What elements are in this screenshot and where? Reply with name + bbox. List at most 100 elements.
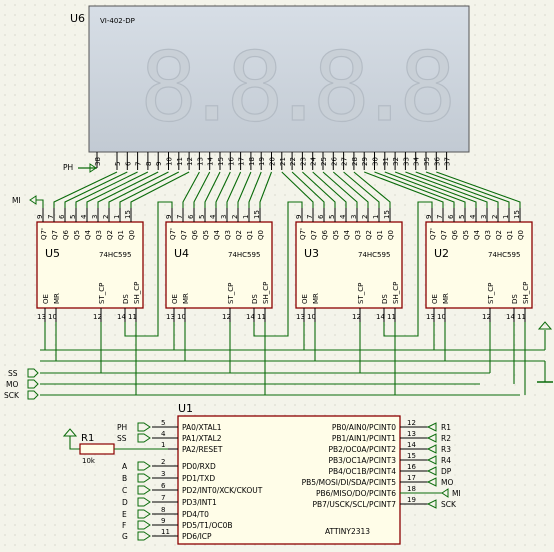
mcu-left-pin-name: PD3/INT1 [182,498,217,507]
control-bus [40,330,546,396]
mcu-right-terminal [426,477,437,487]
sr-bottom-pin-label: OE [171,294,179,304]
mcu-left-terminal [137,422,151,432]
mcu-left-signal: G [122,532,128,541]
shift-register-u5[interactable]: U5 74HC595 9 Q7' 7 Q7 6 Q6 5 Q5 4 Q4 3 Q3 2 Q2 1 Q1 15 Q0 OE… [36,208,144,322]
sr-top-pin-label: Q7 [51,230,59,240]
sr-top-pin-number: 7 [306,215,314,219]
sr-bottom-pin-number: 13 [37,313,46,321]
sr-top-pin-number: 7 [436,215,444,219]
sr-top-pin-number: 4 [339,214,347,219]
r1-value: 10k [82,457,96,465]
mcu-right-pin-number: 14 [407,441,416,449]
sr-top-pin-number: 5 [198,215,206,219]
display-pin-number: 33 [402,157,410,166]
sr-top-pin-number: 5 [458,215,466,219]
display-pin-number: 8 [145,162,153,166]
shift-register-u3[interactable]: U3 74HC595 9 Q7' 7 Q7 6 Q6 5 Q5 4 Q4 3 Q3 2 Q2 1 Q1 15 Q0 OE… [295,208,403,322]
display-pin-number: 24 [310,157,318,166]
sr-bottom-pin-label: SH_CP [522,282,530,304]
sr-top-pin-number: 2 [231,215,239,219]
bus-wire [182,171,200,208]
sr-top-pin-label: Q2 [106,230,114,240]
mcu-right-terminal [426,455,437,465]
display-pin-number: 22 [289,157,297,166]
sr-top-pin-label: Q2 [235,230,243,240]
sr-part: 74HC595 [228,251,260,259]
mcu-right-terminal [426,466,437,476]
display-pin-number: 10 [166,157,174,166]
sr-top-pin-number: 4 [469,214,477,219]
sr-top-pin-label: Q7 [440,230,448,240]
sr-bottom-pin-number: 14 [117,313,126,321]
mcu-right-signal: R4 [441,456,451,465]
sr-top-pin-label: Q3 [95,230,103,240]
sr-top-pin-label: Q2 [365,230,373,240]
sr-top-pin-label: Q7 [310,230,318,240]
mcu-part: ATTINY2313 [325,527,370,536]
sr-bottom-pin-label: ST_CP [357,283,365,304]
display-pin-number: 37 [444,157,452,166]
mcu-right-signal: R2 [441,434,451,443]
mcu-right-signal: R1 [441,423,451,432]
sr-bottom-pin-number: 11 [387,313,396,321]
display-pin-number: 7 [135,162,143,166]
mcu-right-terminal [441,488,449,498]
mcu-left-signal: E [122,510,127,519]
display-pin-number: 23 [299,157,307,166]
bus-wire [425,171,510,208]
vcc-arrow-icon [537,321,553,330]
mcu-right-pin-number: 16 [407,463,416,471]
sr-top-pin-label: Q4 [213,229,221,240]
mcu-left-pin-number: 11 [161,528,170,536]
display-u6[interactable]: U6 VI-402-DP 8.8.8.8 [70,5,470,153]
mcu-left-pin-name: PD1/TXD [182,474,215,483]
shift-register-u4[interactable]: U4 74HC595 9 Q7' 7 Q7 6 Q6 5 Q5 4 Q4 3 Q3 2 Q2 1 Q1 15 Q0 OE… [165,208,273,322]
display-pin-number: 17 [238,157,246,166]
sr-bottom-pin-label: ST_CP [487,283,495,304]
sr-bottom-pin-number: 13 [426,313,435,321]
sr-top-pin-label: Q6 [321,229,329,240]
sr-bottom-pin-number: 12 [352,313,361,321]
mcu-left-signal: PH [117,423,127,432]
display-pin-number: 30 [372,157,380,166]
sr-bottom-pin-label: OE [301,294,309,304]
sr-bottom-pin-number: 12 [93,313,102,321]
bus-wire [248,171,262,208]
r1-vcc-arrow-icon [62,428,78,437]
display-pin-number: 27 [341,157,349,166]
sr-bottom-pin-number: 14 [506,313,515,321]
mcu-left-terminal [137,433,151,443]
sr-top-pin-number: 9 [295,215,303,219]
display-pin-number: 20 [269,157,277,166]
display-pin-number: 15 [217,157,225,166]
sr-bottom-pin-label: MR [182,293,190,304]
mcu-left-pin-name: PD4/T0 [182,510,209,519]
sr-top-pin-number: 9 [425,215,433,219]
mcu-right-terminal [426,422,437,432]
display-pin-number: 16 [227,157,235,166]
display-pin-number: 28 [351,157,359,166]
mcu-left-pin-number: 2 [161,458,165,466]
sr-bottom-pin-number: 11 [257,313,266,321]
sr-top-pin-label: Q7' [429,228,437,240]
display-pin-number: 13 [196,157,204,166]
mcu-ref: U1 [178,402,193,415]
sr-bottom-pin-label: SH_CP [392,282,400,304]
mcu-left-terminal [137,473,151,483]
display-pin-number: 36 [433,157,441,166]
sr-bottom-pin-label: MR [312,293,320,304]
display-pin-number: 34 [413,157,421,166]
bus-wire [259,171,273,208]
mcu-left-pin-name: PD6/ICP [182,532,212,541]
sr-top-pin-number: 4 [80,214,88,219]
sr-ref: U2 [434,247,449,260]
sr-top-pin-label: Q4 [84,229,92,240]
resistor-r1[interactable]: R1 10k [62,428,168,465]
mcu-left-signal: SS [117,434,127,443]
shift-register-u2[interactable]: U2 74HC595 9 Q7' 7 Q7 6 Q6 5 Q5 4 Q4 3 Q3 2 Q2 1 Q1 15 Q0 OE… [425,208,533,322]
sr-bottom-pin-label: SH_CP [262,282,270,304]
display-pin-number: 9 [155,162,163,166]
sr-top-pin-number: 3 [220,215,228,219]
bus-wire [353,171,391,208]
